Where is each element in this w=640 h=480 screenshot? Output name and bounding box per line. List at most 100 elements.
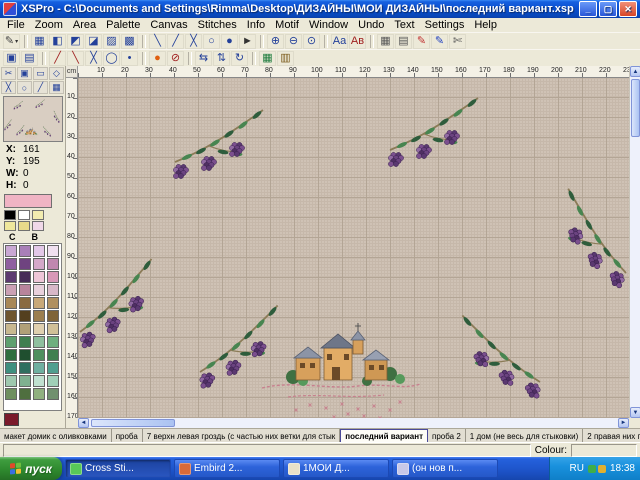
palette-color-swatch[interactable] [47,310,59,322]
maximize-button[interactable]: ▢ [599,1,617,17]
menu-item-help[interactable]: Help [469,18,502,32]
half-stitch-icon[interactable]: ◧ [49,34,66,49]
tray-icon[interactable] [598,465,606,473]
pen-red-icon[interactable]: ✎ [413,34,430,49]
new-pattern-icon[interactable]: ▣ [3,51,20,66]
palette-color-swatch[interactable] [33,336,45,348]
quick-color-swatch[interactable] [18,210,30,220]
zoom-area-icon[interactable]: ⊙ [303,34,320,49]
palette-color-swatch[interactable] [19,297,31,309]
palette-color-swatch[interactable] [5,388,17,400]
palette-color-swatch[interactable] [19,349,31,361]
palette-color-swatch[interactable] [33,310,45,322]
diamond-tool-icon[interactable]: ◇ [49,67,64,80]
hoop-icon[interactable]: ◯ [103,51,120,66]
circle-tool-icon[interactable]: ○ [17,81,32,94]
quick-color-swatch[interactable] [4,210,16,220]
palette-color-swatch[interactable] [5,336,17,348]
flip-horizontal-icon[interactable]: ⇆ [195,51,212,66]
stitch-canvas[interactable] [78,78,629,418]
menu-item-stitches[interactable]: Stitches [193,18,242,32]
backstitch-left-icon[interactable]: ╲ [149,34,166,49]
vertical-scroll-thumb[interactable] [631,79,640,137]
palette-color-swatch[interactable] [33,323,45,335]
scissors-icon[interactable]: ✂ [1,67,16,80]
palette-color-swatch[interactable] [5,323,17,335]
rotate-icon[interactable]: ↻ [231,51,248,66]
palette-color-swatch[interactable] [19,310,31,322]
palette-color-swatch[interactable] [47,284,59,296]
palette-color-swatch[interactable] [47,362,59,374]
copy-icon[interactable]: ▣ [17,67,32,80]
add-color-button[interactable] [4,413,19,426]
palette-color-swatch[interactable] [5,271,17,283]
palette-color-swatch[interactable] [19,336,31,348]
cross-tool-icon[interactable]: ╳ [1,81,16,94]
start-button[interactable]: пуск [0,457,62,480]
palette-color-swatch[interactable] [33,297,45,309]
language-indicator[interactable]: RU [570,463,584,474]
palette-color-swatch[interactable] [19,258,31,270]
palette-color-swatch[interactable] [47,271,59,283]
palette-color-swatch[interactable] [33,271,45,283]
palette-color-swatch[interactable] [33,388,45,400]
palette-color-swatch[interactable] [47,323,59,335]
palette-color-swatch[interactable] [33,362,45,374]
grid-light-icon[interactable]: ▥ [277,51,294,66]
menu-item-settings[interactable]: Settings [420,18,470,32]
palette-color-swatch[interactable] [19,271,31,283]
no-color-icon[interactable]: ⊘ [167,51,184,66]
palette-color-swatch[interactable] [5,349,17,361]
palette-color-swatch[interactable] [33,258,45,270]
quick-color-swatch[interactable] [32,210,44,220]
palette-color-swatch[interactable] [47,258,59,270]
palette-color-swatch[interactable] [47,388,59,400]
pattern-tab-0[interactable]: макет домик с оливковками [0,429,112,443]
cross-icon[interactable]: ╳ [85,51,102,66]
pattern-tab-6[interactable]: 2 правая них гр. [583,429,640,443]
scroll-down-icon[interactable]: ▼ [630,407,640,418]
quick-color-swatch[interactable] [32,221,44,231]
mosaic-stitch-icon[interactable]: ▩ [121,34,138,49]
grid-strong-icon[interactable]: ▦ [259,51,276,66]
diagonal-nw-icon[interactable]: ╲ [67,51,84,66]
palette-color-swatch[interactable] [5,284,17,296]
pattern-tab-4[interactable]: проба 2 [428,429,466,443]
vertical-scrollbar[interactable]: ▲ ▼ [629,66,640,418]
menu-item-undo[interactable]: Undo [353,18,389,32]
menu-item-canvas[interactable]: Canvas [145,18,192,32]
grid-tool-icon[interactable]: ▦ [49,81,64,94]
palette-color-swatch[interactable] [47,349,59,361]
palette-color-swatch[interactable] [47,336,59,348]
close-button[interactable]: ✕ [619,1,637,17]
scroll-right-icon[interactable]: ► [618,418,629,428]
minimize-button[interactable]: _ [579,1,597,17]
selected-color-swatch[interactable] [4,194,52,208]
pencil-tool-icon[interactable]: ✎▾ [3,34,20,49]
title-bar[interactable]: XSPro - C:\Documents and Settings\Rimma\… [0,0,640,18]
clock[interactable]: 18:38 [610,463,635,474]
menu-item-text[interactable]: Text [389,18,419,32]
horizontal-scroll-thumb[interactable] [91,419,175,427]
petite-stitch-icon[interactable]: ▨ [103,34,120,49]
palette-color-swatch[interactable] [5,297,17,309]
bead-icon[interactable]: ● [221,34,238,49]
pattern-tab-3[interactable]: последний вариант [340,429,428,443]
palette-color-swatch[interactable] [47,375,59,387]
taskbar-task-0[interactable]: Cross Sti... [65,459,171,478]
tray-icon[interactable] [588,465,596,473]
menu-item-window[interactable]: Window [304,18,353,32]
palette-color-swatch[interactable] [5,258,17,270]
quarter-stitch-icon[interactable]: ◩ [67,34,84,49]
menu-item-palette[interactable]: Palette [101,18,145,32]
rect-select-icon[interactable]: ▭ [33,67,48,80]
palette-color-swatch[interactable] [5,310,17,322]
taskbar-task-2[interactable]: 1МОИ Д... [283,459,389,478]
palette-color-swatch[interactable] [19,388,31,400]
palette-color-swatch[interactable] [47,297,59,309]
pattern-tab-5[interactable]: 1 дом (не весь для стыковки) [466,429,584,443]
select-arrow-icon[interactable]: ► [239,34,256,49]
symbol-view-icon[interactable]: ▤ [395,34,412,49]
palette-color-swatch[interactable] [5,245,17,257]
palette-color-swatch[interactable] [5,362,17,374]
